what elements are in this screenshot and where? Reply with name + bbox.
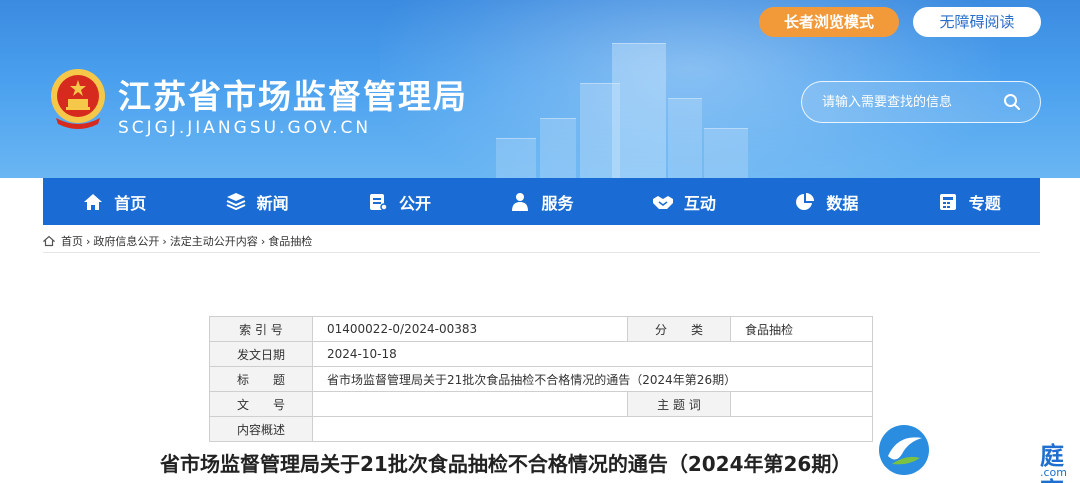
index-label: 索 引 号 (209, 316, 313, 342)
building-graphic (540, 118, 576, 178)
document-info-table: 索 引 号 01400022-0/2024-00383 分 类 食品抽检 发文日… (209, 316, 873, 442)
nav-label: 专题 (968, 193, 1001, 213)
category-value: 食品抽检 (730, 316, 873, 342)
breadcrumb-separator: › (86, 234, 91, 248)
breadcrumb: 首页 › 政府信息公开 › 法定主动公开内容 › 食品抽检 (43, 233, 312, 249)
date-label: 发文日期 (209, 341, 313, 367)
doc-number-label: 文 号 (209, 391, 313, 417)
subject-value (730, 391, 873, 417)
title-label: 标 题 (209, 366, 313, 392)
building-graphic (668, 98, 702, 178)
doc-number-value (312, 391, 628, 417)
table-row: 内容概述 (209, 416, 873, 442)
search-icon[interactable] (1002, 92, 1022, 112)
nav-label: 首页 (114, 193, 147, 213)
home-icon (43, 235, 55, 247)
site-header: 江苏省市场监督管理局 SCJGJ.JIANGSU.GOV.CN 长者浏览模式 无… (0, 0, 1080, 178)
table-row: 文 号 主 题 词 (209, 391, 873, 417)
breadcrumb-link[interactable]: 食品抽检 (268, 233, 312, 249)
nav-item-topics[interactable]: 专题 (898, 178, 1040, 225)
national-emblem-icon (51, 69, 105, 129)
breadcrumb-separator: › (260, 234, 266, 248)
layers-icon (226, 192, 246, 210)
people-icon (512, 192, 529, 211)
category-label: 分 类 (627, 316, 731, 342)
nav-item-home[interactable]: 首页 (43, 178, 185, 225)
nav-item-service[interactable]: 服务 (470, 178, 612, 225)
title-value: 省市场监督管理局关于21批次食品抽检不合格情况的通告（2024年第26期） (312, 366, 873, 392)
elder-mode-button[interactable]: 长者浏览模式 (759, 7, 899, 37)
subject-label: 主 题 词 (627, 391, 731, 417)
handshake-icon (652, 195, 673, 209)
watermark-subtext: .com (1040, 466, 1067, 479)
table-row: 标 题 省市场监督管理局关于21批次食品抽检不合格情况的通告（2024年第26期… (209, 366, 873, 392)
search-box (801, 81, 1041, 123)
summary-label: 内容概述 (209, 416, 313, 442)
pie-chart-icon (796, 192, 815, 210)
summary-value (312, 416, 873, 442)
nav-label: 公开 (399, 193, 432, 213)
main-nav: 首页 新闻 公开 服务 互动 数据 专题 (43, 178, 1040, 225)
calculator-icon (939, 193, 956, 210)
date-value: 2024-10-18 (312, 341, 873, 367)
divider (43, 252, 1040, 253)
nav-item-public[interactable]: 公开 (328, 178, 470, 225)
index-value: 01400022-0/2024-00383 (312, 316, 628, 342)
accessible-reading-button[interactable]: 无障碍阅读 (913, 7, 1041, 37)
building-graphic (704, 128, 748, 178)
table-row: 索 引 号 01400022-0/2024-00383 分 类 食品抽检 (209, 316, 873, 342)
building-graphic (612, 43, 666, 178)
nav-label: 互动 (683, 193, 716, 213)
breadcrumb-link[interactable]: 政府信息公开 (93, 233, 159, 249)
nav-item-data[interactable]: 数据 (755, 178, 897, 225)
breadcrumb-separator: › (162, 234, 167, 248)
handbook-icon (370, 193, 388, 211)
watermark-logo-icon (879, 425, 929, 475)
breadcrumb-link[interactable]: 法定主动公开内容 (170, 233, 258, 249)
breadcrumb-home-link[interactable]: 首页 (61, 233, 83, 249)
nav-label: 服务 (541, 193, 574, 213)
nav-label: 数据 (826, 193, 859, 213)
search-input[interactable] (822, 92, 992, 112)
building-graphic (496, 138, 536, 178)
article-title: 省市场监督管理局关于21批次食品抽检不合格情况的通告（2024年第26期） (160, 452, 852, 476)
nav-item-news[interactable]: 新闻 (185, 178, 327, 225)
nav-item-interact[interactable]: 互动 (613, 178, 755, 225)
site-domain: SCJGJ.JIANGSU.GOV.CN (118, 118, 372, 138)
site-title: 江苏省市场监督管理局 (118, 77, 468, 116)
table-row: 发文日期 2024-10-18 (209, 341, 873, 367)
home-icon (84, 193, 103, 210)
nav-label: 新闻 (256, 193, 289, 213)
